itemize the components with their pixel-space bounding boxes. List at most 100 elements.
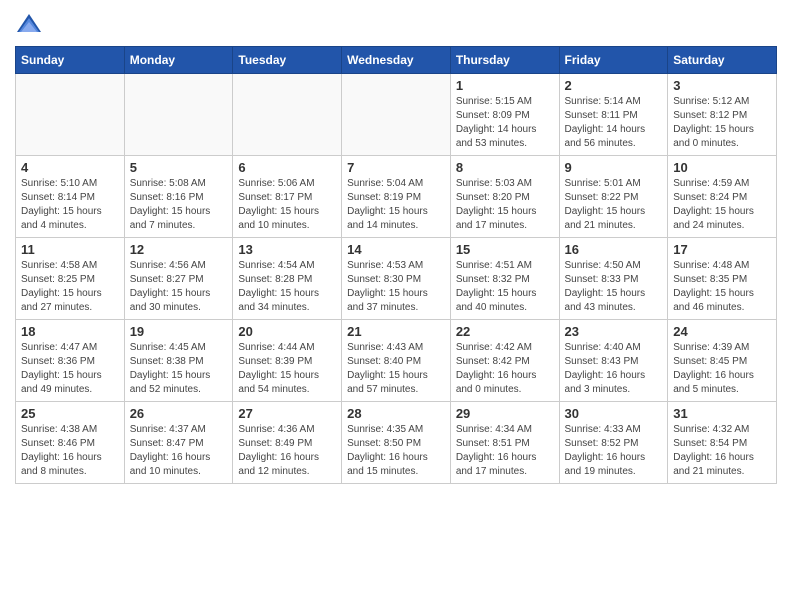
day-info: Sunrise: 4:47 AM Sunset: 8:36 PM Dayligh… xyxy=(21,341,119,397)
day-info: Sunrise: 4:53 AM Sunset: 8:30 PM Dayligh… xyxy=(347,259,445,315)
logo-icon xyxy=(15,10,43,38)
day-info: Sunrise: 5:03 AM Sunset: 8:20 PM Dayligh… xyxy=(456,177,554,233)
calendar-cell: 28 Sunrise: 4:35 AM Sunset: 8:50 PM Dayli… xyxy=(342,402,451,484)
logo xyxy=(15,10,45,38)
calendar-cell: 24Sunrise: 4:39 AM Sunset: 8:45 PM Dayli… xyxy=(668,320,777,402)
day-number: 12 xyxy=(130,242,228,257)
calendar-cell: 8 Sunrise: 5:03 AM Sunset: 8:20 PM Daylig… xyxy=(450,156,559,238)
calendar-cell: 16Sunrise: 4:50 AM Sunset: 8:33 PM Dayli… xyxy=(559,238,668,320)
calendar-cell: 4 Sunrise: 5:10 AM Sunset: 8:14 PM Daylig… xyxy=(16,156,125,238)
calendar-cell xyxy=(16,74,125,156)
calendar-cell: 10 Sunrise: 4:59 AM Sunset: 8:24 PM Dayli… xyxy=(668,156,777,238)
calendar-cell: 18 Sunrise: 4:47 AM Sunset: 8:36 PM Dayli… xyxy=(16,320,125,402)
calendar-cell: 5 Sunrise: 5:08 AM Sunset: 8:16 PM Daylig… xyxy=(124,156,233,238)
day-number: 8 xyxy=(456,160,554,175)
day-number: 22 xyxy=(456,324,554,339)
day-number: 7 xyxy=(347,160,445,175)
day-info: Sunrise: 4:44 AM Sunset: 8:39 PM Dayligh… xyxy=(238,341,336,397)
day-info: Sunrise: 4:40 AM Sunset: 8:43 PM Dayligh… xyxy=(565,341,663,397)
calendar-cell: 20 Sunrise: 4:44 AM Sunset: 8:39 PM Dayli… xyxy=(233,320,342,402)
day-number: 14 xyxy=(347,242,445,257)
calendar-cell: 19Sunrise: 4:45 AM Sunset: 8:38 PM Dayli… xyxy=(124,320,233,402)
day-number: 26 xyxy=(130,406,228,421)
day-info: Sunrise: 4:56 AM Sunset: 8:27 PM Dayligh… xyxy=(130,259,228,315)
calendar-cell: 6Sunrise: 5:06 AM Sunset: 8:17 PM Daylig… xyxy=(233,156,342,238)
day-number: 28 xyxy=(347,406,445,421)
col-header-wednesday: Wednesday xyxy=(342,47,451,74)
calendar-header-row: SundayMondayTuesdayWednesdayThursdayFrid… xyxy=(16,47,777,74)
day-info: Sunrise: 5:14 AM Sunset: 8:11 PM Dayligh… xyxy=(565,95,663,151)
day-info: Sunrise: 5:15 AM Sunset: 8:09 PM Dayligh… xyxy=(456,95,554,151)
day-info: Sunrise: 4:35 AM Sunset: 8:50 PM Dayligh… xyxy=(347,423,445,479)
col-header-saturday: Saturday xyxy=(668,47,777,74)
calendar-cell: 29Sunrise: 4:34 AM Sunset: 8:51 PM Dayli… xyxy=(450,402,559,484)
calendar-cell xyxy=(233,74,342,156)
day-number: 24 xyxy=(673,324,771,339)
day-info: Sunrise: 5:10 AM Sunset: 8:14 PM Dayligh… xyxy=(21,177,119,233)
calendar-week-row: 18 Sunrise: 4:47 AM Sunset: 8:36 PM Dayli… xyxy=(16,320,777,402)
day-number: 31 xyxy=(673,406,771,421)
day-info: Sunrise: 5:12 AM Sunset: 8:12 PM Dayligh… xyxy=(673,95,771,151)
day-info: Sunrise: 5:08 AM Sunset: 8:16 PM Dayligh… xyxy=(130,177,228,233)
calendar-cell: 14 Sunrise: 4:53 AM Sunset: 8:30 PM Dayli… xyxy=(342,238,451,320)
day-number: 27 xyxy=(238,406,336,421)
calendar-cell: 15 Sunrise: 4:51 AM Sunset: 8:32 PM Dayli… xyxy=(450,238,559,320)
day-number: 17 xyxy=(673,242,771,257)
header xyxy=(15,10,777,38)
day-number: 4 xyxy=(21,160,119,175)
day-number: 30 xyxy=(565,406,663,421)
day-info: Sunrise: 4:48 AM Sunset: 8:35 PM Dayligh… xyxy=(673,259,771,315)
day-number: 6 xyxy=(238,160,336,175)
day-info: Sunrise: 4:37 AM Sunset: 8:47 PM Dayligh… xyxy=(130,423,228,479)
calendar-cell xyxy=(342,74,451,156)
day-number: 18 xyxy=(21,324,119,339)
calendar-cell: 7Sunrise: 5:04 AM Sunset: 8:19 PM Daylig… xyxy=(342,156,451,238)
calendar-cell: 22 Sunrise: 4:42 AM Sunset: 8:42 PM Dayli… xyxy=(450,320,559,402)
calendar-cell: 17 Sunrise: 4:48 AM Sunset: 8:35 PM Dayli… xyxy=(668,238,777,320)
calendar-cell: 11Sunrise: 4:58 AM Sunset: 8:25 PM Dayli… xyxy=(16,238,125,320)
day-info: Sunrise: 4:36 AM Sunset: 8:49 PM Dayligh… xyxy=(238,423,336,479)
calendar-cell: 12 Sunrise: 4:56 AM Sunset: 8:27 PM Dayli… xyxy=(124,238,233,320)
col-header-sunday: Sunday xyxy=(16,47,125,74)
day-number: 5 xyxy=(130,160,228,175)
day-number: 9 xyxy=(565,160,663,175)
day-number: 13 xyxy=(238,242,336,257)
day-number: 20 xyxy=(238,324,336,339)
day-number: 15 xyxy=(456,242,554,257)
calendar-cell: 26 Sunrise: 4:37 AM Sunset: 8:47 PM Dayli… xyxy=(124,402,233,484)
day-number: 1 xyxy=(456,78,554,93)
day-info: Sunrise: 4:32 AM Sunset: 8:54 PM Dayligh… xyxy=(673,423,771,479)
day-info: Sunrise: 4:59 AM Sunset: 8:24 PM Dayligh… xyxy=(673,177,771,233)
col-header-friday: Friday xyxy=(559,47,668,74)
calendar-cell: 25 Sunrise: 4:38 AM Sunset: 8:46 PM Dayli… xyxy=(16,402,125,484)
day-number: 2 xyxy=(565,78,663,93)
calendar-cell: 1 Sunrise: 5:15 AM Sunset: 8:09 PM Daylig… xyxy=(450,74,559,156)
day-info: Sunrise: 4:33 AM Sunset: 8:52 PM Dayligh… xyxy=(565,423,663,479)
calendar-cell: 27 Sunrise: 4:36 AM Sunset: 8:49 PM Dayli… xyxy=(233,402,342,484)
calendar-cell: 3 Sunrise: 5:12 AM Sunset: 8:12 PM Daylig… xyxy=(668,74,777,156)
day-info: Sunrise: 4:51 AM Sunset: 8:32 PM Dayligh… xyxy=(456,259,554,315)
calendar-cell: 2 Sunrise: 5:14 AM Sunset: 8:11 PM Daylig… xyxy=(559,74,668,156)
day-number: 10 xyxy=(673,160,771,175)
col-header-monday: Monday xyxy=(124,47,233,74)
calendar-week-row: 25 Sunrise: 4:38 AM Sunset: 8:46 PM Dayli… xyxy=(16,402,777,484)
day-info: Sunrise: 4:38 AM Sunset: 8:46 PM Dayligh… xyxy=(21,423,119,479)
calendar: SundayMondayTuesdayWednesdayThursdayFrid… xyxy=(15,46,777,484)
col-header-tuesday: Tuesday xyxy=(233,47,342,74)
day-number: 21 xyxy=(347,324,445,339)
calendar-cell: 23Sunrise: 4:40 AM Sunset: 8:43 PM Dayli… xyxy=(559,320,668,402)
calendar-cell: 21 Sunrise: 4:43 AM Sunset: 8:40 PM Dayli… xyxy=(342,320,451,402)
day-number: 3 xyxy=(673,78,771,93)
calendar-cell: 9 Sunrise: 5:01 AM Sunset: 8:22 PM Daylig… xyxy=(559,156,668,238)
day-info: Sunrise: 4:42 AM Sunset: 8:42 PM Dayligh… xyxy=(456,341,554,397)
day-info: Sunrise: 4:43 AM Sunset: 8:40 PM Dayligh… xyxy=(347,341,445,397)
calendar-week-row: 11Sunrise: 4:58 AM Sunset: 8:25 PM Dayli… xyxy=(16,238,777,320)
calendar-week-row: 4 Sunrise: 5:10 AM Sunset: 8:14 PM Daylig… xyxy=(16,156,777,238)
day-info: Sunrise: 5:01 AM Sunset: 8:22 PM Dayligh… xyxy=(565,177,663,233)
day-number: 16 xyxy=(565,242,663,257)
calendar-cell xyxy=(124,74,233,156)
col-header-thursday: Thursday xyxy=(450,47,559,74)
day-number: 11 xyxy=(21,242,119,257)
day-number: 25 xyxy=(21,406,119,421)
day-number: 29 xyxy=(456,406,554,421)
